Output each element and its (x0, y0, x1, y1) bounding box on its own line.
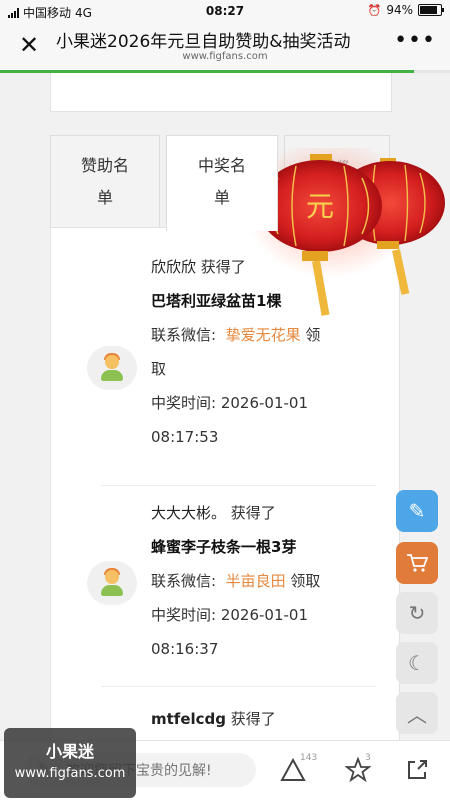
night-mode-button[interactable]: ☾ (396, 642, 438, 684)
page-url: www.figfans.com (182, 51, 268, 62)
prize-name: 蜂蜜李子枝条一根3芽 (151, 538, 297, 556)
favorite-count: 3 (365, 753, 371, 763)
tab-winner-list[interactable]: 中奖名单 (166, 135, 278, 231)
site-watermark: 小果迷 www.figfans.com (4, 728, 136, 798)
got-text: 获得了 (200, 258, 246, 276)
edit-button[interactable]: ✎ (396, 490, 438, 532)
like-count: 143 (300, 753, 318, 763)
tab-lottery[interactable]: 抽奖 (284, 135, 390, 227)
battery-icon (418, 4, 444, 16)
page-content: 赞助名单 中奖名单 抽奖 欣欣欣 获得了 巴塔利亚绿盆苗1棵 联系微信: 挚爱无… (0, 73, 450, 740)
battery-percent: 94% (386, 3, 413, 17)
avatar (87, 346, 137, 390)
divider (101, 686, 376, 687)
alarm-icon: ⏰ (367, 3, 382, 17)
refresh-button[interactable]: ↻ (396, 592, 438, 634)
wechat-id[interactable]: 半亩良田 (226, 572, 286, 590)
tab-bar: 赞助名单 中奖名单 抽奖 (50, 135, 390, 231)
prize-name: 巴塔利亚绿盆苗1棵 (151, 292, 282, 310)
win-time: 08:17:53 (151, 428, 219, 446)
got-text: 获得了 (230, 710, 276, 728)
time-label: 中奖时间: (151, 394, 217, 412)
tab-label: 抽奖 (324, 159, 349, 173)
share-icon[interactable] (402, 755, 432, 785)
wechat-id[interactable]: 挚爱无花果 (226, 326, 301, 344)
title-bar: ✕ 小果迷2026年元旦自助赞助&抽奖活动 www.figfans.com ••… (0, 22, 450, 70)
contact-label: 联系微信: (151, 572, 217, 590)
watermark-title: 小果迷 (45, 742, 94, 761)
cart-button[interactable] (396, 542, 438, 584)
tab-label: 赞助名单 (80, 156, 129, 207)
list-item: 欣欣欣 获得了 巴塔利亚绿盆苗1棵 联系微信: 挚爱无花果 领 取 中奖时间: … (51, 250, 399, 460)
winner-name: 大大大彬。 (151, 504, 227, 522)
win-date: 2026-01-01 (220, 606, 309, 624)
tab-sponsor-list[interactable]: 赞助名单 (50, 135, 160, 227)
moon-icon: ☾ (408, 651, 426, 675)
avatar (87, 561, 137, 605)
page-title: 小果迷2026年元旦自助赞助&抽奖活动 (56, 32, 351, 52)
winner-list-panel: 欣欣欣 获得了 巴塔利亚绿盆苗1棵 联系微信: 挚爱无花果 领 取 中奖时间: … (50, 227, 400, 740)
time-label: 中奖时间: (151, 606, 217, 624)
cart-icon (407, 554, 428, 572)
chevron-up-icon: ︿ (407, 702, 427, 727)
top-card (50, 73, 392, 112)
scroll-top-button[interactable]: ︿ (396, 692, 438, 734)
divider (101, 485, 376, 486)
more-icon[interactable]: ••• (394, 28, 436, 53)
win-date: 2026-01-01 (220, 394, 309, 412)
got-text: 获得了 (230, 504, 276, 522)
claim-text: 领取 (290, 572, 321, 590)
status-bar: 中国移动 4G 08:27 ⏰ 94% (0, 0, 450, 22)
tab-label: 中奖名单 (197, 156, 246, 207)
contact-label: 联系微信: (151, 326, 217, 344)
list-item: 大大大彬。 获得了 蜂蜜李子枝条一根3芽 联系微信: 半亩良田 领取 中奖时间:… (51, 496, 399, 686)
refresh-icon: ↻ (408, 601, 426, 625)
win-time: 08:16:37 (151, 640, 219, 658)
winner-name: mtfelcdg (151, 710, 227, 728)
pencil-icon: ✎ (408, 499, 426, 523)
winner-name: 欣欣欣 (151, 258, 197, 276)
claim-text-cont: 取 (151, 360, 167, 378)
watermark-url: www.figfans.com (14, 766, 126, 781)
claim-text: 领 (305, 326, 321, 344)
